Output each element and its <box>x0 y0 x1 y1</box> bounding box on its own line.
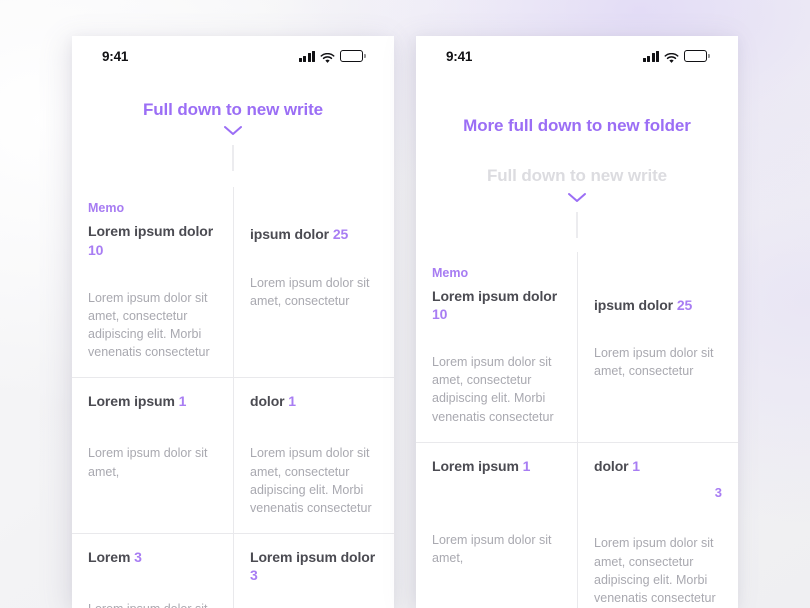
note-count: 25 <box>676 296 693 313</box>
pull-header-secondary-right[interactable]: Full down to new write <box>416 166 738 238</box>
note-cell[interactable]: Lorem ipsum 1 Lorem ipsum dolor sit amet… <box>72 378 233 533</box>
note-cell[interactable]: ipsum dolor 25 Lorem ipsum dolor sit ame… <box>233 187 394 378</box>
pull-header-primary-right[interactable]: More full down to new folder <box>416 116 738 136</box>
pull-header-title-faded: Full down to new write <box>486 166 668 186</box>
battery-icon <box>340 50 366 62</box>
wifi-icon <box>320 51 335 63</box>
phone-screen-left: 9:41 Full down to new write Memo Lorem i… <box>72 36 394 608</box>
note-body: Lorem ipsum dolor sit amet, consectetur … <box>594 536 716 605</box>
note-title-text: Lorem <box>88 548 131 565</box>
pull-divider-stub <box>576 211 578 238</box>
status-bar-right: 9:41 <box>416 36 738 76</box>
note-body: Lorem ipsum dolor sit amet, consectetur … <box>88 290 210 360</box>
wifi-icon <box>664 51 679 63</box>
note-title-text: Lorem ipsum <box>432 457 519 474</box>
note-title: ipsum dolor 25 <box>594 296 722 314</box>
status-time: 9:41 <box>102 48 129 64</box>
signal-bars-icon <box>642 50 660 62</box>
note-body: Lorem ipsum dolor sit amet, consectetur … <box>432 355 554 424</box>
note-title-text: ipsum dolor <box>250 226 330 243</box>
table-row: Lorem ipsum 1 Lorem ipsum dolor sit amet… <box>72 377 394 533</box>
note-body: Lorem ipsum dolor sit amet, consectetur <box>594 345 714 379</box>
note-title: ipsum dolor 25 <box>250 225 378 243</box>
signal-bars-icon <box>298 50 316 62</box>
status-time: 9:41 <box>446 48 473 64</box>
note-title-text: dolor <box>250 393 285 410</box>
note-count: 10 <box>432 305 448 322</box>
notes-grid-left: Memo Lorem ipsum dolor 10 Lorem ipsum do… <box>72 187 394 608</box>
chevron-down-icon <box>568 192 586 202</box>
note-count: 3 <box>250 567 258 584</box>
chevron-down-icon <box>224 126 242 136</box>
note-title-text: ipsum dolor <box>594 296 674 313</box>
note-title: Lorem ipsum dolor 10 <box>432 287 561 323</box>
note-count: 1 <box>178 393 187 410</box>
note-cell[interactable]: dolor 1 Lorem ipsum dolor sit amet, cons… <box>233 378 394 533</box>
table-row: Lorem 3 Lorem ipsum dolor sit amet, cons… <box>72 532 394 608</box>
note-cell[interactable]: ipsum dolor 25 Lorem ipsum dolor sit ame… <box>577 251 738 442</box>
pull-header-title: Full down to new write <box>142 100 324 119</box>
table-row: Memo Lorem ipsum dolor 10 Lorem ipsum do… <box>72 187 394 378</box>
note-cell[interactable]: Lorem 3 Lorem ipsum dolor sit amet, cons… <box>72 534 233 608</box>
note-body: Lorem ipsum dolor sit amet, consectetur … <box>250 446 372 515</box>
status-icons <box>298 50 366 63</box>
note-count: 1 <box>288 393 296 410</box>
status-bar-left: 9:41 <box>72 36 394 76</box>
note-cell[interactable]: dolor 1 3 Lorem ipsum dolor sit amet, co… <box>577 442 738 608</box>
pull-header-title: More full down to new folder <box>463 116 691 135</box>
note-tag: Memo <box>432 265 469 280</box>
phone-screen-right: 9:41 More full down to new folder Full d… <box>416 36 738 608</box>
note-title-text: Lorem ipsum dolor <box>250 548 376 565</box>
note-title: Lorem ipsum dolor 10 <box>88 222 217 258</box>
table-row: Memo Lorem ipsum dolor 10 Lorem ipsum do… <box>416 251 738 442</box>
table-row: Lorem ipsum 1 Lorem ipsum dolor sit amet… <box>416 441 738 608</box>
note-cell[interactable]: Memo Lorem ipsum dolor 10 Lorem ipsum do… <box>72 187 233 377</box>
note-cell[interactable]: Lorem ipsum dolor 3 Lorem ipsum dolor si… <box>233 533 394 608</box>
status-icons <box>642 50 710 63</box>
note-cell[interactable]: Lorem ipsum 1 Lorem ipsum dolor sit amet… <box>416 443 577 608</box>
note-title: dolor 1 <box>250 392 378 410</box>
note-body: Lorem ipsum dolor sit amet, <box>88 446 208 479</box>
note-count: 10 <box>88 241 104 258</box>
note-title: Lorem ipsum 1 <box>88 392 217 410</box>
note-body: Lorem ipsum dolor sit amet, consectetur <box>88 600 217 608</box>
note-cell[interactable]: Memo Lorem ipsum dolor 10 Lorem ipsum do… <box>416 252 577 442</box>
note-title-text: dolor <box>594 457 629 474</box>
pull-divider-stub <box>232 145 234 172</box>
note-count: 1 <box>632 457 640 474</box>
note-title: Lorem 3 <box>88 548 217 566</box>
note-title: Lorem ipsum dolor 3 <box>250 548 378 584</box>
note-count: 1 <box>522 457 531 474</box>
note-tag: Memo <box>88 201 125 216</box>
note-title-text: Lorem ipsum <box>88 393 175 410</box>
note-count: 3 <box>134 548 142 565</box>
note-count: 25 <box>332 226 349 243</box>
battery-icon <box>684 50 710 62</box>
pull-header-primary-left[interactable]: Full down to new write <box>72 100 394 172</box>
note-aux-count: 3 <box>714 484 722 500</box>
notes-grid-right: Memo Lorem ipsum dolor 10 Lorem ipsum do… <box>416 251 738 608</box>
note-body: Lorem ipsum dolor sit amet, <box>432 532 552 565</box>
note-title-text: Lorem ipsum dolor <box>88 223 214 240</box>
note-title: Lorem ipsum 1 <box>432 457 561 475</box>
note-title-text: Lorem ipsum dolor <box>432 287 558 304</box>
note-title: dolor 1 <box>594 457 722 475</box>
note-body: Lorem ipsum dolor sit amet, consectetur <box>250 275 370 308</box>
